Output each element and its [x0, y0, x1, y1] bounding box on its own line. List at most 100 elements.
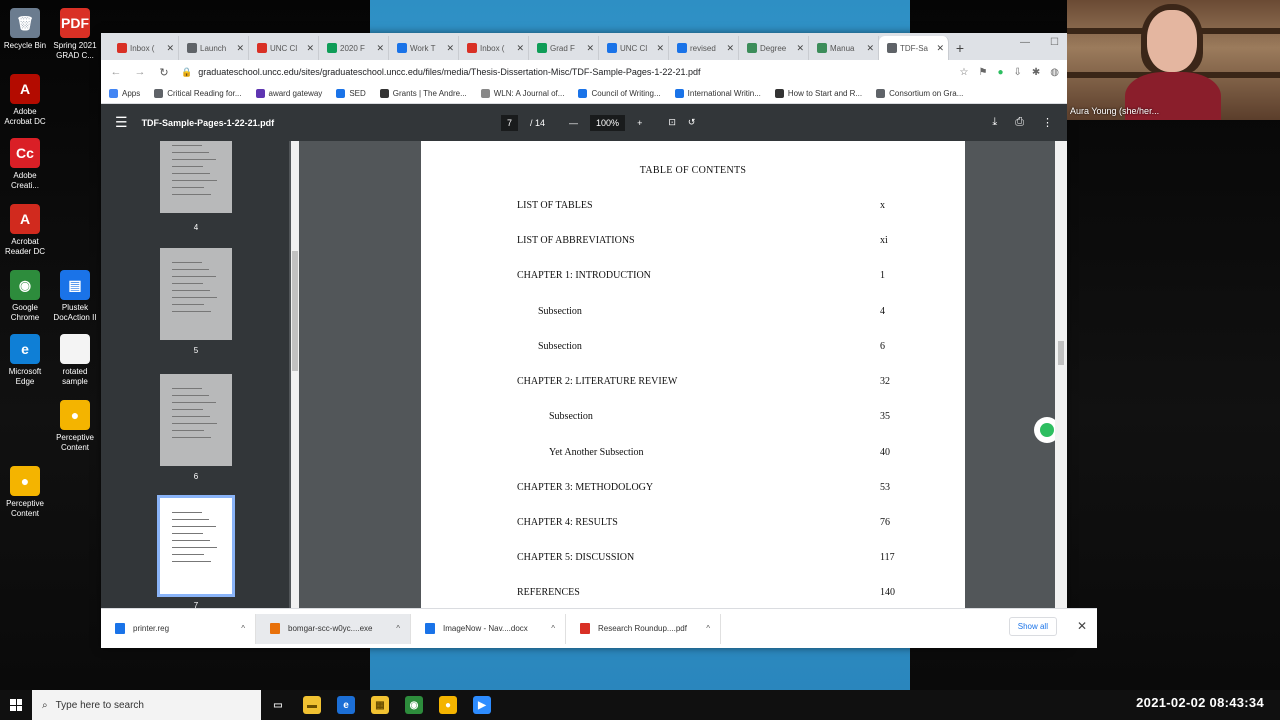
star-icon[interactable]: ☆: [960, 67, 969, 78]
toc-entry-label[interactable]: CHAPTER 3: METHODOLOGY: [517, 482, 653, 493]
toc-entry-label[interactable]: REFERENCES: [517, 587, 580, 598]
thumbnail-scrollbar[interactable]: [291, 141, 299, 608]
bookmark-item[interactable]: WLN: A Journal of...: [480, 89, 564, 98]
browser-tab[interactable]: Inbox (✕: [109, 36, 179, 60]
tab-close-icon[interactable]: ✕: [586, 43, 594, 54]
toc-entry-label[interactable]: CHAPTER 5: DISCUSSION: [517, 552, 634, 563]
chevron-up-icon[interactable]: ^: [551, 624, 565, 633]
desktop-icon[interactable]: 🗑 Recycle Bin: [0, 8, 50, 51]
tab-close-icon[interactable]: ✕: [166, 43, 174, 54]
browser-tab[interactable]: UNC Cl ✕: [249, 36, 319, 60]
zoom-icon[interactable]: ▶: [473, 696, 491, 714]
toc-entry-label[interactable]: Subsection: [549, 411, 593, 422]
bookmark-item[interactable]: Apps: [109, 89, 140, 98]
download-item[interactable]: ImageNow - Nav....docx ^: [411, 613, 566, 644]
toc-entry-label[interactable]: Subsection: [538, 306, 582, 317]
desktop-icon[interactable]: ● Perceptive Content: [0, 466, 50, 519]
tab-close-icon[interactable]: ✕: [656, 43, 664, 54]
show-all-button[interactable]: Show all: [1008, 617, 1057, 636]
download-item[interactable]: Research Roundup....pdf ^: [566, 613, 721, 644]
toc-entry-label[interactable]: CHAPTER 1: INTRODUCTION: [517, 270, 651, 281]
browser-tab[interactable]: Inbox (✕: [459, 36, 529, 60]
tab-close-icon[interactable]: ✕: [796, 43, 804, 54]
tab-close-icon[interactable]: ✕: [236, 43, 244, 54]
zoom-out-icon[interactable]: —: [569, 118, 578, 128]
tab-close-icon[interactable]: ✕: [936, 43, 944, 54]
desktop-icon[interactable]: ◉ Google Chrome: [0, 270, 50, 323]
evernote-ext-icon[interactable]: ●: [997, 67, 1003, 78]
start-button[interactable]: [0, 690, 32, 720]
rotate-icon[interactable]: ↺: [688, 117, 696, 128]
address-bar[interactable]: 🔒 graduateschool.uncc.edu/sites/graduate…: [181, 67, 950, 78]
reload-icon[interactable]: ↻: [157, 66, 171, 79]
toc-entry-label[interactable]: Subsection: [538, 341, 582, 352]
chrome-icon[interactable]: ◉: [405, 696, 423, 714]
zoom-in-icon[interactable]: +: [637, 118, 642, 128]
browser-tab[interactable]: 2020 F ✕: [319, 36, 389, 60]
profile-avatar[interactable]: ◍: [1050, 67, 1059, 78]
desktop-icon[interactable]: Cc Adobe Creati...: [0, 138, 50, 191]
desktop-icon[interactable]: A Adobe Acrobat DC: [0, 74, 50, 127]
desktop-icon[interactable]: e Microsoft Edge: [0, 334, 50, 387]
taskbar-search[interactable]: ⌕ Type here to search: [32, 690, 261, 720]
bookmark-item[interactable]: Council of Writing...: [578, 89, 661, 98]
desktop-icon[interactable]: ● Perceptive Content: [50, 400, 100, 453]
zoom-level[interactable]: 100%: [590, 114, 626, 131]
bookmark-item[interactable]: Grants | The Andre...: [379, 89, 467, 98]
more-options-icon[interactable]: ⋮: [1042, 116, 1053, 129]
desktop-icon[interactable]: rotated sample: [50, 334, 100, 387]
browser-tab[interactable]: Grad F ✕: [529, 36, 599, 60]
download-ext-icon[interactable]: ⇩: [1013, 67, 1021, 78]
toc-entry-label[interactable]: CHAPTER 2: LITERATURE REVIEW: [517, 376, 677, 387]
bookmark-item[interactable]: SED: [336, 89, 366, 98]
tab-close-icon[interactable]: ✕: [726, 43, 734, 54]
maximize-icon[interactable]: ☐: [1050, 37, 1059, 48]
desktop-icon[interactable]: ▤ Plustek DocAction II: [50, 270, 100, 323]
page-number-input[interactable]: 7: [501, 114, 519, 131]
bookmark-item[interactable]: Critical Reading for...: [154, 89, 242, 98]
browser-tab[interactable]: UNC Cl ✕: [599, 36, 669, 60]
download-item[interactable]: printer.reg ^: [101, 613, 256, 644]
page-thumbnail[interactable]: [157, 495, 235, 597]
new-tab-button[interactable]: +: [949, 36, 971, 60]
chevron-up-icon[interactable]: ^: [241, 624, 255, 633]
hamburger-menu-icon[interactable]: ☰: [115, 114, 128, 131]
desktop-icon[interactable]: PDF Spring 2021 GRAD C...: [50, 8, 100, 61]
puzzle-icon[interactable]: ✱: [1032, 67, 1040, 78]
forward-icon[interactable]: →: [133, 66, 147, 78]
download-item[interactable]: bomgar-scc-w0yc....exe ^: [256, 613, 411, 644]
toc-entry-label[interactable]: LIST OF TABLES: [517, 200, 593, 211]
toc-entry-label[interactable]: Yet Another Subsection: [549, 447, 644, 458]
store-icon[interactable]: ▦: [371, 696, 389, 714]
pdf-scrollbar[interactable]: [1055, 141, 1067, 608]
minimize-icon[interactable]: —: [1020, 37, 1030, 48]
toc-entry-label[interactable]: LIST OF ABBREVIATIONS: [517, 235, 635, 246]
tab-close-icon[interactable]: ✕: [866, 43, 874, 54]
browser-tab[interactable]: Degree ✕: [739, 36, 809, 60]
page-thumbnail[interactable]: [160, 141, 232, 213]
tab-close-icon[interactable]: ✕: [446, 43, 454, 54]
edge-icon[interactable]: e: [337, 696, 355, 714]
browser-tab[interactable]: Launch ✕: [179, 36, 249, 60]
fit-page-icon[interactable]: ⊡: [668, 117, 676, 128]
chevron-up-icon[interactable]: ^: [706, 624, 720, 633]
page-thumbnail[interactable]: [160, 374, 232, 466]
browser-tab[interactable]: revised ✕: [669, 36, 739, 60]
browser-tab[interactable]: Manua ✕: [809, 36, 879, 60]
tab-close-icon[interactable]: ✕: [306, 43, 314, 54]
task-view-icon[interactable]: ▭: [269, 696, 287, 714]
extension-icon[interactable]: ⚑: [978, 67, 987, 78]
tab-close-icon[interactable]: ✕: [376, 43, 384, 54]
page-thumbnail[interactable]: [160, 248, 232, 340]
perceptive-icon[interactable]: ●: [439, 696, 457, 714]
chevron-up-icon[interactable]: ^: [396, 624, 410, 633]
tab-close-icon[interactable]: ✕: [516, 43, 524, 54]
bookmark-item[interactable]: How to Start and R...: [774, 89, 862, 98]
bookmark-item[interactable]: International Writin...: [674, 89, 761, 98]
bookmark-item[interactable]: award gateway: [255, 89, 322, 98]
browser-tab[interactable]: Work T ✕: [389, 36, 459, 60]
download-icon[interactable]: ⤓: [992, 116, 997, 129]
close-icon[interactable]: ✕: [1077, 619, 1087, 633]
browser-tab[interactable]: TDF-Sa ✕: [879, 36, 949, 60]
bookmark-item[interactable]: Consortium on Gra...: [876, 89, 963, 98]
